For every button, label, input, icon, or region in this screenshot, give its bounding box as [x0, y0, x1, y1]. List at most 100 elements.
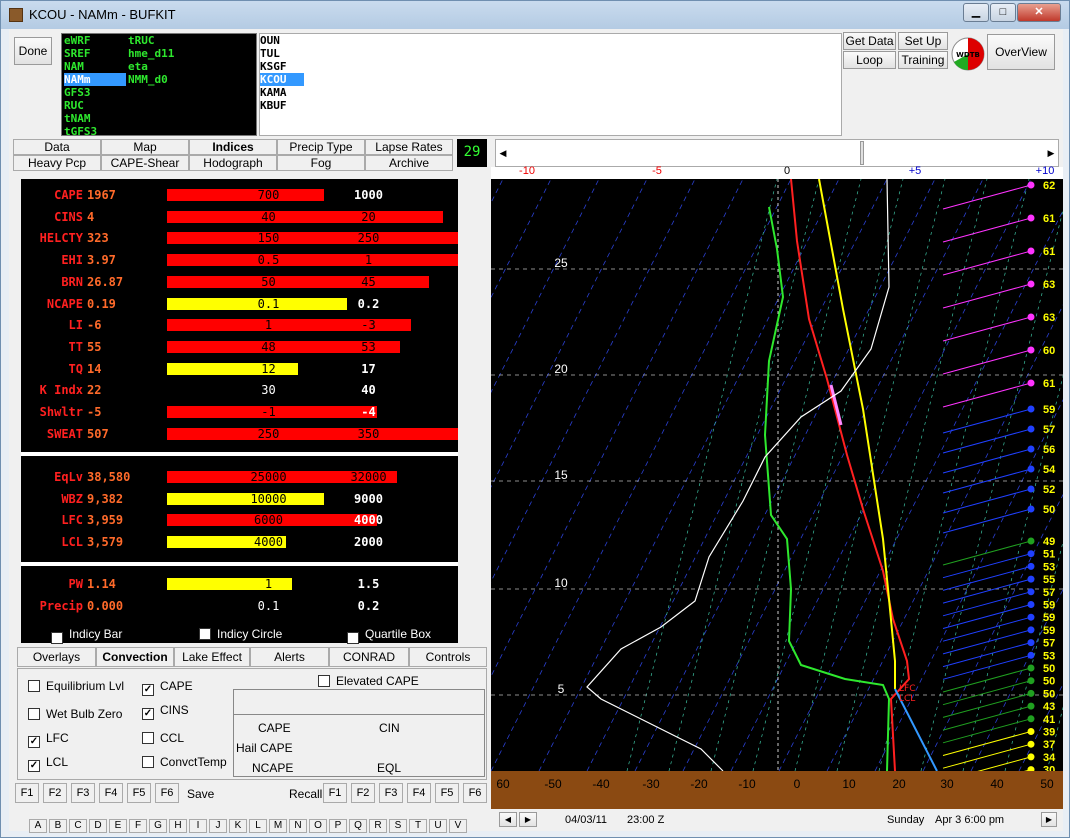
tab-map[interactable]: Map — [101, 139, 189, 155]
letter-button[interactable]: C — [69, 819, 87, 833]
overview-button[interactable]: OverView — [987, 34, 1055, 70]
maximize-button[interactable]: □ — [990, 3, 1016, 22]
training-button[interactable]: Training — [898, 51, 948, 69]
scroll-left-arrow[interactable]: ◀ — [496, 140, 510, 166]
lcl-checkbox[interactable]: ✓ LCL — [28, 755, 68, 772]
cins-checkbox[interactable]: ✓ CINS — [142, 703, 189, 720]
letter-button[interactable]: S — [389, 819, 407, 833]
title-bar[interactable]: KCOU - NAMm - BUFKIT ▁ □ ✕ — [1, 1, 1069, 29]
station-item[interactable]: KBUF — [260, 99, 304, 112]
letter-button[interactable]: N — [289, 819, 307, 833]
letter-button[interactable]: U — [429, 819, 447, 833]
model-item[interactable]: eta — [128, 60, 148, 73]
model-item[interactable]: GFS3 — [64, 86, 126, 99]
model-item[interactable]: hme_d11 — [128, 47, 174, 60]
tab-lapse-rates[interactable]: Lapse Rates — [365, 139, 453, 155]
setup-button[interactable]: Set Up — [898, 32, 948, 50]
fkey-recall-f1[interactable]: F1 — [323, 783, 347, 803]
model-item[interactable]: tRUC — [128, 34, 155, 47]
bottom-tab-controls[interactable]: Controls — [409, 647, 487, 667]
bottom-tab-conrad[interactable]: CONRAD — [329, 647, 409, 667]
station-item[interactable]: OUN — [260, 34, 304, 47]
letter-button[interactable]: J — [209, 819, 227, 833]
tab-archive[interactable]: Archive — [365, 155, 453, 171]
letter-button[interactable]: G — [149, 819, 167, 833]
letter-button[interactable]: R — [369, 819, 387, 833]
tab-fog[interactable]: Fog — [277, 155, 365, 171]
fkey-recall-f4[interactable]: F4 — [407, 783, 431, 803]
letter-button[interactable]: A — [29, 819, 47, 833]
fkey-save-f1[interactable]: F1 — [15, 783, 39, 803]
ccl-checkbox[interactable]: CCL — [142, 731, 184, 745]
station-list[interactable]: OUN TUL KSGF KCOU KAMA KBUF — [259, 33, 842, 136]
letter-button[interactable]: L — [249, 819, 267, 833]
station-item[interactable]: TUL — [260, 47, 304, 60]
letter-button[interactable]: K — [229, 819, 247, 833]
station-item[interactable]: KAMA — [260, 86, 304, 99]
letter-button[interactable]: M — [269, 819, 287, 833]
model-item[interactable]: SREF — [64, 47, 126, 60]
bottom-tab-lake-effect[interactable]: Lake Effect — [174, 647, 250, 667]
indicy-bar-checkbox[interactable]: ✓ Indicy Bar — [51, 627, 122, 644]
station-item[interactable]: KCOU — [260, 73, 304, 86]
letter-button[interactable]: E — [109, 819, 127, 833]
letter-button[interactable]: Q — [349, 819, 367, 833]
time-scrollbar[interactable]: ◀ ▶ — [495, 139, 1059, 167]
model-list[interactable]: eWRF SREF NAM NAMm GFS3 RUC tNAM tGFS3 tRUC hme_d… — [61, 33, 257, 138]
minimize-button[interactable]: ▁ — [963, 3, 989, 22]
fkey-save-f3[interactable]: F3 — [71, 783, 95, 803]
tab-heavy-pcp[interactable]: Heavy Pcp — [13, 155, 101, 171]
model-item[interactable]: RUC — [64, 99, 126, 112]
fkey-save-f2[interactable]: F2 — [43, 783, 67, 803]
scroll-right-arrow[interactable]: ▶ — [1044, 140, 1058, 166]
fkey-recall-f5[interactable]: F5 — [435, 783, 459, 803]
equilibrium-checkbox[interactable]: Equilibrium Lvl — [28, 679, 124, 693]
loop-button[interactable]: Loop — [843, 51, 896, 69]
tab-indices[interactable]: Indices — [189, 139, 277, 155]
prev-arrow[interactable]: ◀ — [499, 812, 517, 827]
elevated-cape-checkbox[interactable]: Elevated CAPE — [318, 674, 419, 688]
fkey-recall-f3[interactable]: F3 — [379, 783, 403, 803]
close-button[interactable]: ✕ — [1017, 3, 1061, 22]
model-item[interactable]: tGFS3 — [64, 125, 126, 138]
letter-button[interactable]: V — [449, 819, 467, 833]
letter-button[interactable]: P — [329, 819, 347, 833]
status-scroll-arrow[interactable]: ▶ — [1041, 812, 1057, 827]
fkey-recall-f2[interactable]: F2 — [351, 783, 375, 803]
letter-button[interactable]: D — [89, 819, 107, 833]
tab-precip-type[interactable]: Precip Type — [277, 139, 365, 155]
skewt-chart[interactable]: 252015105 LFCLCL6261616363606159575654525… — [491, 179, 1063, 809]
bottom-tab-convection[interactable]: Convection — [96, 647, 174, 667]
letter-button[interactable]: B — [49, 819, 67, 833]
station-item[interactable]: KSGF — [260, 60, 304, 73]
fkey-save-f5[interactable]: F5 — [127, 783, 151, 803]
letter-button[interactable]: H — [169, 819, 187, 833]
letter-button[interactable]: O — [309, 819, 327, 833]
quartile-box-checkbox[interactable]: ✓ Quartile Box — [347, 627, 431, 644]
scroll-thumb[interactable] — [860, 141, 864, 165]
letter-button[interactable]: T — [409, 819, 427, 833]
model-item[interactable]: tNAM — [64, 112, 126, 125]
cape-checkbox[interactable]: ✓ CAPE — [142, 679, 193, 696]
get-data-button[interactable]: Get Data — [843, 32, 896, 50]
model-item[interactable]: NAM — [64, 60, 126, 73]
next-arrow[interactable]: ▶ — [519, 812, 537, 827]
tab-data[interactable]: Data — [13, 139, 101, 155]
model-item[interactable]: eWRF — [64, 34, 126, 47]
letter-button[interactable]: F — [129, 819, 147, 833]
done-button[interactable]: Done — [14, 37, 52, 65]
lfc-checkbox[interactable]: ✓ LFC — [28, 731, 69, 748]
convect-temp-checkbox[interactable]: ConvctTemp — [142, 755, 227, 769]
bottom-tab-overlays[interactable]: Overlays — [17, 647, 96, 667]
model-item[interactable]: NAMm — [64, 73, 126, 86]
wet-bulb-checkbox[interactable]: Wet Bulb Zero — [28, 707, 122, 721]
fkey-save-f4[interactable]: F4 — [99, 783, 123, 803]
model-item[interactable]: NMM_d0 — [128, 73, 168, 86]
fkey-save-f6[interactable]: F6 — [155, 783, 179, 803]
letter-button[interactable]: I — [189, 819, 207, 833]
tab-hodograph[interactable]: Hodograph — [189, 155, 277, 171]
indicy-circle-checkbox[interactable]: Indicy Circle — [199, 627, 282, 641]
bottom-tab-alerts[interactable]: Alerts — [250, 647, 329, 667]
tab-cape-shear[interactable]: CAPE-Shear — [101, 155, 189, 171]
fkey-recall-f6[interactable]: F6 — [463, 783, 487, 803]
